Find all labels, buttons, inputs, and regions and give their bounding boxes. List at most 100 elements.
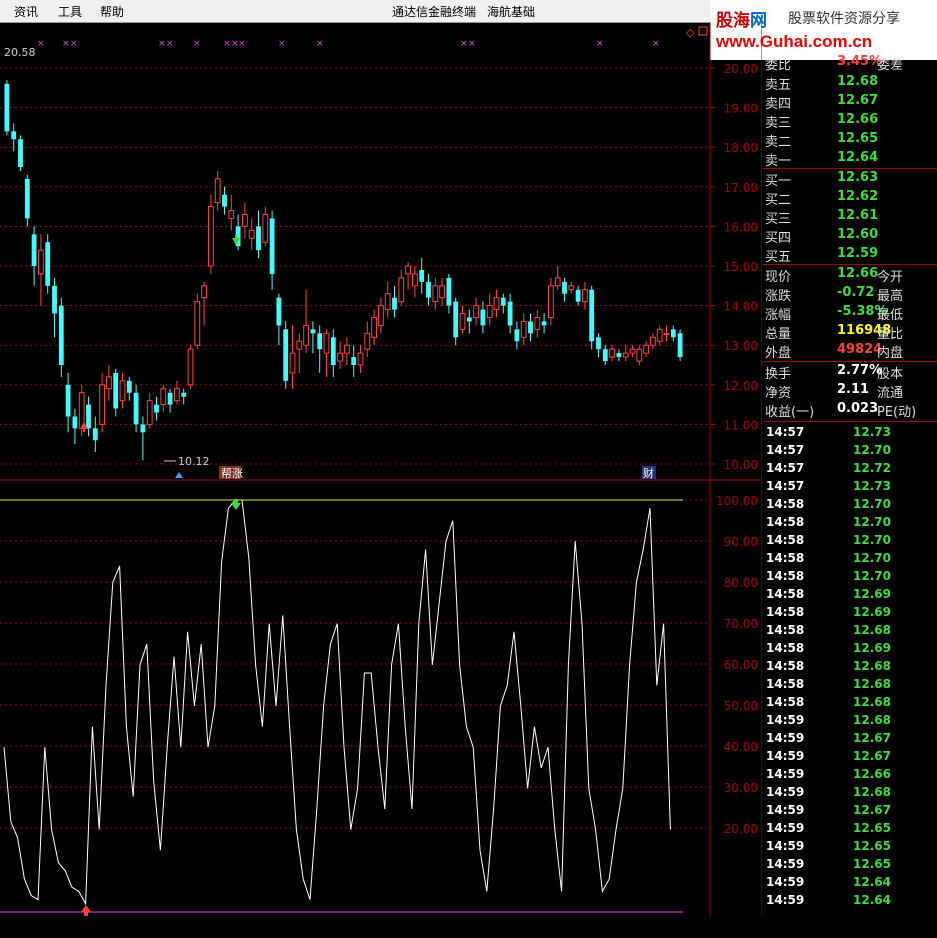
quote-row: 涨幅 -5.38% 最低: [765, 303, 937, 323]
tick-row: 14:58 12.70: [765, 496, 937, 514]
candle-body-down: [276, 297, 282, 326]
candle-body-down: [480, 309, 486, 326]
bid-row: 买四 12.60: [765, 226, 937, 246]
candle-body-up: [194, 301, 201, 346]
window-square-icon[interactable]: [698, 26, 708, 36]
candle-body-down: [65, 384, 71, 417]
price-tick-label: 12.00: [724, 379, 758, 393]
quote-row-label: 现价: [765, 270, 792, 285]
signal-tag[interactable]: 帮涨: [221, 467, 243, 480]
weibi-value: 3.45%: [837, 54, 883, 69]
indicator-tick-label: 50.00: [724, 699, 758, 713]
candle-body-up: [629, 348, 636, 354]
kline-chart[interactable]: 20.58 10.12 帮涨 财 20.00 19.00 18.00 17.00 16.…: [0, 22, 762, 938]
tick-time: 14:58: [766, 533, 805, 547]
tick-price: 12.70: [853, 533, 891, 547]
stats-row-label2: 股本: [877, 367, 904, 382]
candle-body-up: [663, 332, 670, 335]
bid-row-label: 买四: [765, 231, 792, 246]
menu-tools[interactable]: 工具: [58, 3, 82, 20]
candle-body-down: [11, 131, 17, 140]
tick-time: 14:59: [766, 839, 805, 853]
indicator-top-arrow-icon: [231, 499, 241, 510]
ask-row: 卖五 12.68: [765, 73, 937, 93]
candle-body-up: [609, 348, 616, 358]
price-tick-label: 16.00: [724, 220, 758, 234]
candle-body-up: [208, 206, 214, 267]
ask-row-value: 12.65: [837, 131, 879, 146]
menu-info[interactable]: 资讯: [14, 3, 38, 20]
candle-body-down: [602, 349, 608, 362]
tick-row: 14:58 12.69: [765, 640, 937, 658]
panel-separator: [763, 168, 937, 169]
indicator-tick-label: 100.00: [716, 494, 758, 508]
tick-price: 12.70: [853, 443, 891, 457]
ask-row: 卖二 12.65: [765, 130, 937, 150]
bid-row: 买三 12.61: [765, 207, 937, 227]
stats-row-value: 2.77%: [837, 363, 883, 378]
tick-row: 14:58 12.70: [765, 514, 937, 532]
price-top-label: 20.58: [4, 46, 36, 59]
quote-row-label2: 今开: [877, 270, 904, 285]
bid-row-value: 12.62: [837, 189, 879, 204]
candle-body-up: [473, 305, 480, 318]
tick-price: 12.70: [853, 551, 891, 565]
indicator-line: [3, 499, 671, 906]
tick-time: 14:57: [766, 425, 805, 439]
candle-body-up: [248, 229, 255, 239]
indicator-tick-label: 90.00: [724, 535, 758, 549]
candle-body-up: [534, 316, 541, 330]
candle-body-down: [4, 83, 10, 132]
candle-body-down: [562, 281, 567, 294]
low-annotation: 10.12: [178, 455, 210, 468]
menu-help[interactable]: 帮助: [100, 3, 124, 20]
tick-price: 12.67: [853, 803, 891, 817]
ask-row: 卖四 12.67: [765, 92, 937, 112]
candle-body-up: [384, 293, 391, 311]
bid-row-label: 买一: [765, 174, 792, 189]
stats-row: 收益(一) 0.023 PE(动): [765, 400, 937, 420]
stats-row-value: 2.11: [837, 382, 870, 397]
tick-price: 12.68: [853, 623, 891, 637]
candle-body-up: [296, 340, 303, 350]
ask-row-label: 卖一: [765, 154, 792, 169]
candle-body-up: [146, 400, 153, 425]
tick-time: 14:57: [766, 479, 805, 493]
candle-body-down: [45, 242, 51, 286]
quote-row-label: 涨幅: [765, 308, 792, 323]
candle-body-down: [528, 321, 533, 334]
indicator-tick-label: 30.00: [724, 781, 758, 795]
tick-price: 12.68: [853, 785, 891, 799]
tick-row: 14:59 12.67: [765, 802, 937, 820]
quote-row-label: 总量: [765, 327, 792, 342]
indicator-tick-label: 70.00: [724, 617, 758, 631]
tick-price: 12.68: [853, 695, 891, 709]
tick-price: 12.73: [853, 479, 891, 493]
quote-row-label2: 最低: [877, 308, 904, 323]
tick-price: 12.69: [853, 587, 891, 601]
candle-body-down: [500, 297, 506, 306]
tick-row: 14:59 12.66: [765, 766, 937, 784]
tick-time: 14:59: [766, 893, 805, 907]
bid-row: 买五 12.59: [765, 245, 937, 265]
stats-row-label2: 流通: [877, 386, 904, 401]
tick-row: 14:59 12.65: [765, 856, 937, 874]
candle-body-up: [160, 388, 167, 406]
quote-row: 外盘 49824 内盘: [765, 341, 937, 361]
candle-body-down: [18, 139, 23, 167]
tick-price: 12.65: [853, 857, 891, 871]
tick-row: 14:59 12.65: [765, 838, 937, 856]
tick-price: 12.69: [853, 641, 891, 655]
tick-row: 14:58 12.69: [765, 586, 937, 604]
candle-body-down: [466, 317, 472, 322]
candle-body-up: [344, 344, 350, 354]
candle-body-down: [256, 226, 261, 251]
candle-body-up: [439, 285, 446, 299]
price-tick-label: 17.00: [724, 181, 758, 195]
candle-body-down: [24, 178, 30, 219]
ask-row-label: 卖五: [765, 78, 792, 93]
stats-row-label: 收益(一): [765, 405, 815, 420]
candle-body-up: [78, 392, 85, 429]
tick-price: 12.65: [853, 839, 891, 853]
finance-tag[interactable]: 财: [643, 466, 654, 480]
